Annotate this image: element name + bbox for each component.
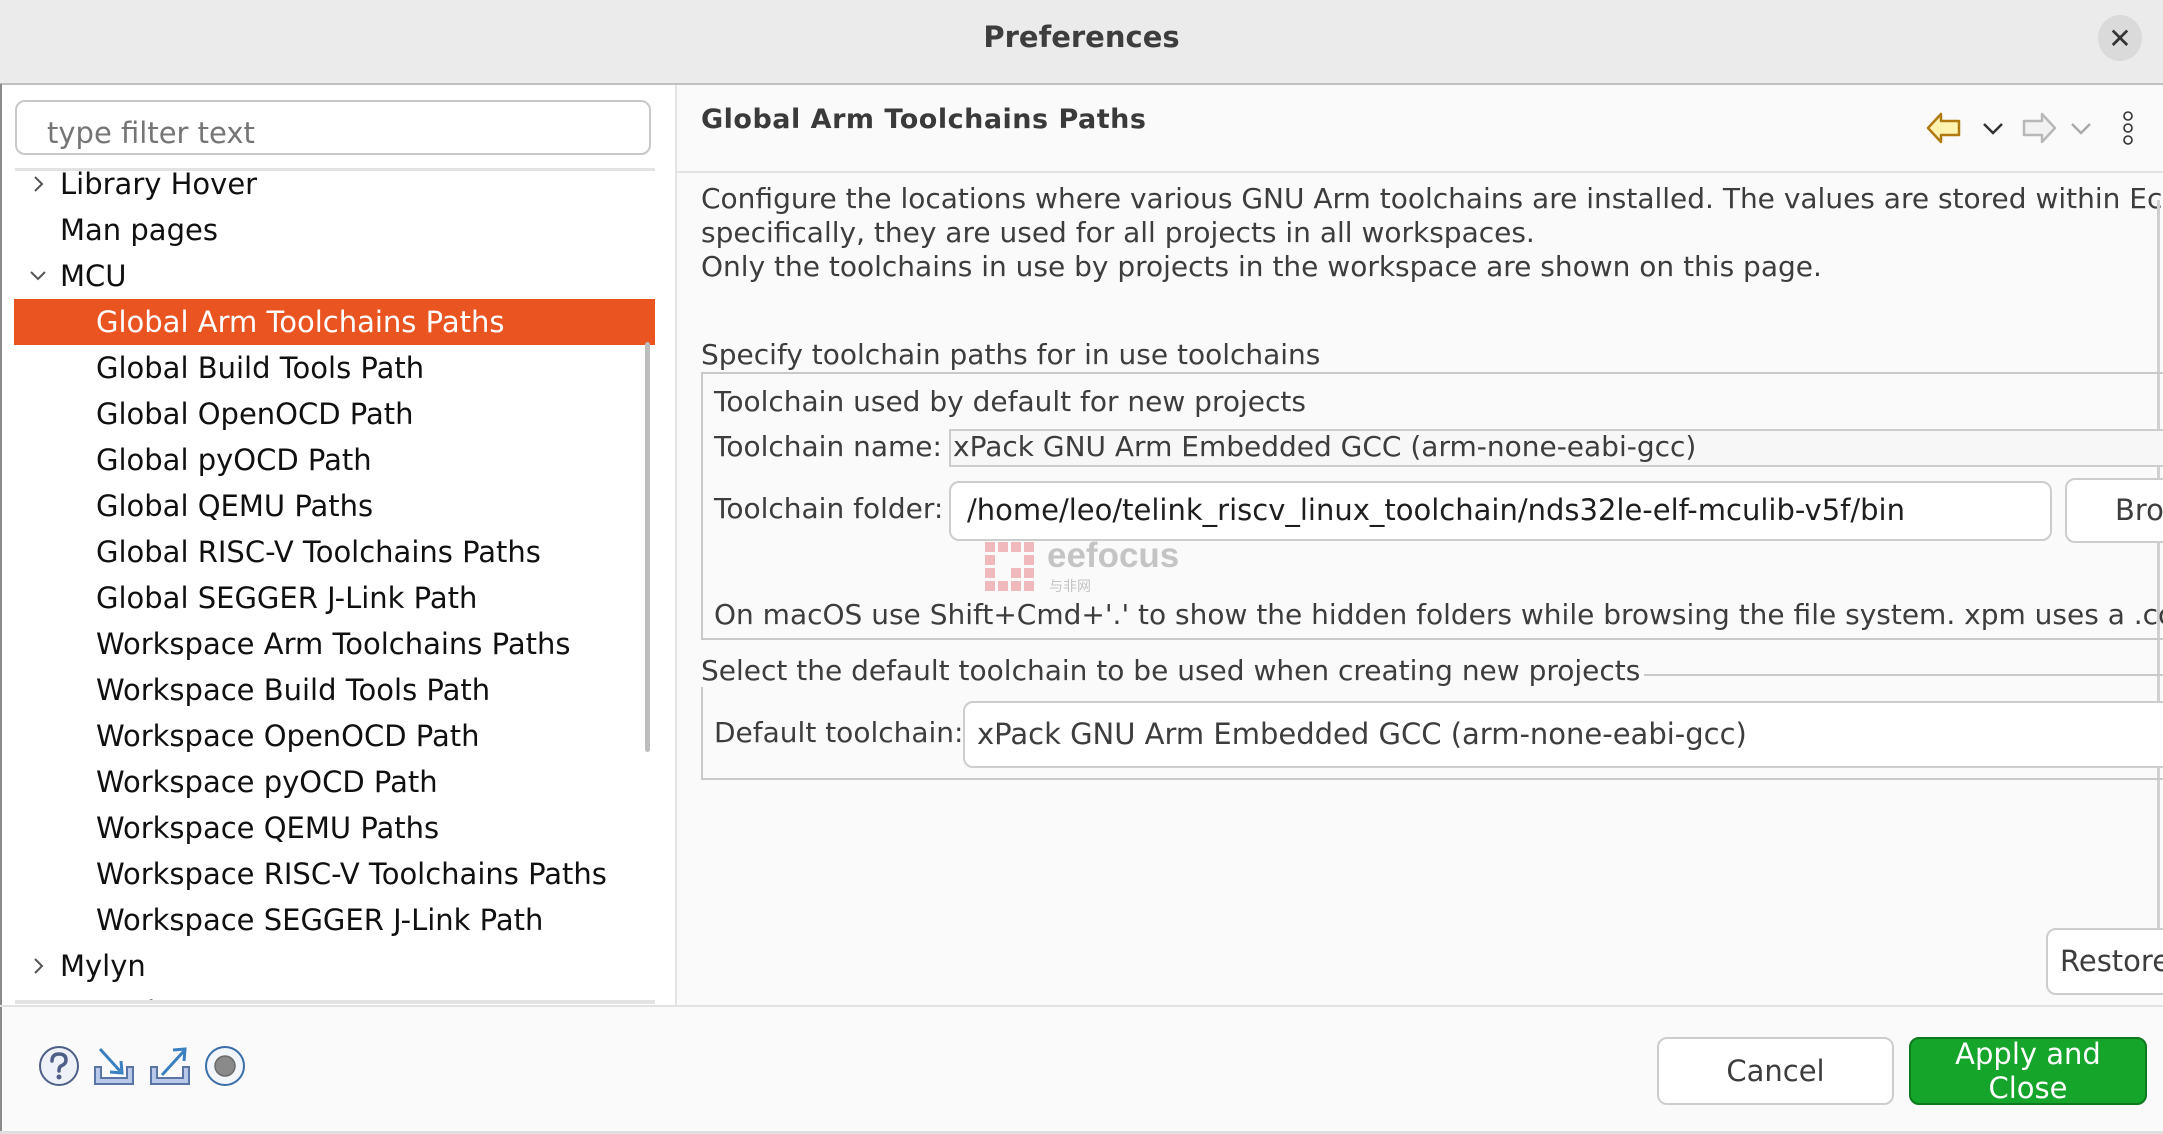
tree-item-label: Workspace Arm Toolchains Paths — [96, 627, 571, 661]
description-line: Configure the locations where various GN… — [701, 182, 2163, 215]
toolchain-folder-label: Toolchain folder: — [714, 492, 944, 525]
window-title: Preferences — [983, 20, 1180, 54]
tree-item-label: Global RISC-V Toolchains Paths — [96, 535, 541, 569]
tree-item-label: Global Build Tools Path — [96, 351, 425, 385]
preferences-tree: Library Hover Man pages MCU Global Arm Tool… — [2, 162, 655, 1004]
tree-item[interactable]: Global Arm Toolchains Paths — [14, 299, 655, 345]
tree-item-label: Global OpenOCD Path — [96, 397, 414, 431]
default-toolchain-label: Default toolchain: — [714, 716, 964, 749]
browse-button-label: Browse... — [2115, 493, 2163, 527]
forward-arrow-icon[interactable] — [2018, 108, 2058, 148]
import-icon[interactable] — [92, 1045, 136, 1087]
group-border-left — [701, 372, 703, 640]
tree-item[interactable]: Global RISC-V Toolchains Paths — [14, 529, 655, 575]
tree-item[interactable]: MCU — [14, 253, 655, 299]
eefocus-watermark: eefocus 与非网 — [985, 536, 1205, 595]
filter-input[interactable] — [15, 100, 651, 155]
toolchain-name-field: xPack GNU Arm Embedded GCC (arm-none-eab… — [949, 429, 2163, 467]
page-title: Global Arm Toolchains Paths — [701, 104, 1147, 135]
content-scrollbar[interactable] — [2157, 200, 2160, 980]
tree-item-label: Man pages — [60, 213, 218, 247]
tree-item[interactable]: Library Hover — [14, 162, 655, 207]
tree-item[interactable]: Global Build Tools Path — [14, 345, 655, 391]
tree-item-label: Global SEGGER J-Link Path — [96, 581, 478, 615]
group-border-bottom — [701, 638, 2163, 640]
tree-item-label: Mylyn — [60, 949, 146, 983]
tree-bottom-border — [15, 1000, 655, 1004]
tree-item[interactable]: Global OpenOCD Path — [14, 391, 655, 437]
macos-hint: On macOS use Shift+Cmd+'.' to show the h… — [714, 598, 2163, 631]
panel-splitter[interactable] — [675, 85, 677, 1005]
tree-item-label: Workspace QEMU Paths — [96, 811, 440, 845]
tree-item-label: Workspace OpenOCD Path — [96, 719, 480, 753]
toolchain-name-label: Toolchain name: — [714, 430, 942, 463]
watermark-logo-icon — [985, 542, 1034, 591]
tree-item[interactable]: Workspace Build Tools Path — [14, 667, 655, 713]
help-icon[interactable] — [38, 1045, 80, 1087]
forward-history-chevron-down-icon[interactable] — [2066, 108, 2096, 148]
group-border-top — [701, 372, 2163, 374]
footer-toolbar — [38, 1045, 246, 1089]
restore-defaults-button[interactable]: Restore Defaults — [2046, 928, 2163, 995]
apply-and-close-button[interactable]: Apply and Close — [1909, 1037, 2147, 1105]
toolchain-folder-input[interactable]: /home/leo/telink_riscv_linux_toolchain/n… — [949, 481, 2052, 541]
title-bar: Preferences ✕ — [0, 0, 2163, 85]
tree-item-label: Global pyOCD Path — [96, 443, 372, 477]
tree-item[interactable]: Workspace QEMU Paths — [14, 805, 655, 851]
default-toolchain-subheading: Toolchain used by default for new projec… — [714, 385, 1306, 418]
record-macro-icon[interactable] — [204, 1045, 246, 1087]
tree-item[interactable]: Man pages — [14, 207, 655, 253]
back-arrow-icon[interactable] — [1925, 108, 1965, 148]
browse-button[interactable]: Browse... — [2065, 478, 2163, 543]
tree-item[interactable]: Workspace Arm Toolchains Paths — [14, 621, 655, 667]
tree-item[interactable]: Workspace pyOCD Path — [14, 759, 655, 805]
tree-item[interactable]: Global QEMU Paths — [14, 483, 655, 529]
tree-scrollbar[interactable] — [645, 342, 650, 752]
description-line: specifically, they are used for all proj… — [701, 216, 1535, 249]
tree-item-label: Workspace SEGGER J-Link Path — [96, 903, 544, 937]
close-button[interactable]: ✕ — [2098, 15, 2142, 61]
tree-item[interactable]: Workspace SEGGER J-Link Path — [14, 897, 655, 943]
header-separator — [677, 171, 2163, 173]
footer-separator — [0, 1005, 2163, 1007]
toolchain-paths-group-label: Specify toolchain paths for in use toolc… — [701, 338, 1325, 371]
tree-item[interactable]: Global pyOCD Path — [14, 437, 655, 483]
group-border-bottom — [701, 778, 2163, 780]
default-toolchain-group-label: Select the default toolchain to be used … — [701, 654, 1645, 687]
page-description: Configure the locations where various GN… — [701, 182, 2163, 284]
description-line: Only the toolchains in use by projects i… — [701, 250, 1822, 283]
back-history-chevron-down-icon[interactable] — [1978, 108, 2008, 148]
tree-item[interactable]: Workspace RISC-V Toolchains Paths — [14, 851, 655, 897]
tree-item[interactable]: Mylyn — [14, 943, 655, 989]
kebab-menu-icon[interactable] — [2118, 108, 2138, 148]
watermark-text: eefocus — [1047, 536, 1180, 575]
cancel-button[interactable]: Cancel — [1657, 1037, 1894, 1105]
tree-item-label: MCU — [60, 259, 127, 293]
tree-item-label: Workspace Build Tools Path — [96, 673, 491, 707]
default-toolchain-combo[interactable]: xPack GNU Arm Embedded GCC (arm-none-eab… — [963, 701, 2163, 768]
tree-item-label: Library Hover — [60, 167, 258, 201]
tree-item[interactable]: Workspace OpenOCD Path — [14, 713, 655, 759]
close-icon: ✕ — [2108, 21, 2132, 55]
tree-item-label: Workspace RISC-V Toolchains Paths — [96, 857, 607, 891]
group-border-left — [701, 674, 703, 780]
tree-item[interactable]: Global SEGGER J-Link Path — [14, 575, 655, 621]
tree-item-label: Global Arm Toolchains Paths — [96, 305, 505, 339]
watermark-subtext: 与非网 — [1049, 579, 1091, 595]
tree-item-label: Global QEMU Paths — [96, 489, 374, 523]
tree-item-label: Workspace pyOCD Path — [96, 765, 438, 799]
export-icon[interactable] — [148, 1045, 192, 1087]
